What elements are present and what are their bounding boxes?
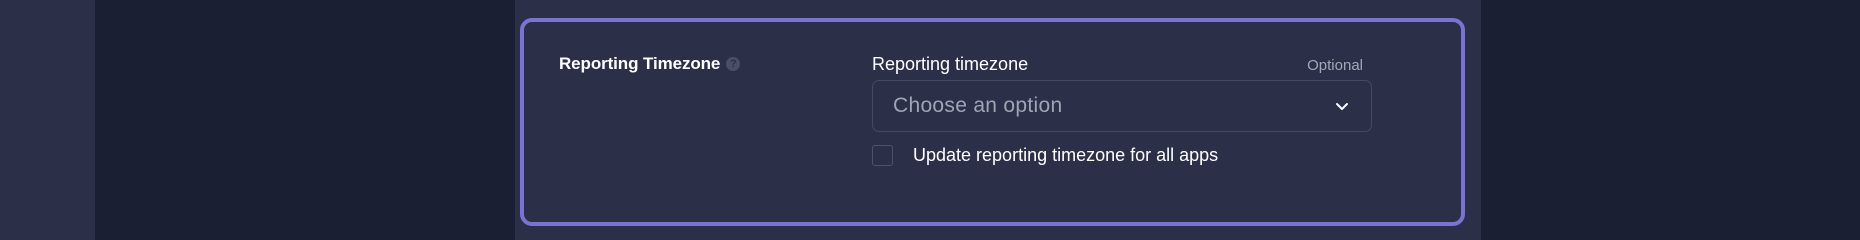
- update-all-apps-label[interactable]: Update reporting timezone for all apps: [913, 145, 1218, 166]
- left-rail: [0, 0, 95, 240]
- help-icon[interactable]: ?: [726, 57, 741, 71]
- update-all-apps-checkbox[interactable]: [872, 145, 893, 166]
- timezone-select[interactable]: Choose an option: [872, 80, 1372, 132]
- chevron-down-icon: [1336, 103, 1348, 110]
- timezone-field-label: Reporting timezone: [872, 54, 1029, 74]
- update-all-apps-row: Update reporting timezone for all apps: [872, 145, 1218, 166]
- timezone-select-placeholder: Choose an option: [893, 94, 1063, 117]
- settings-page: Reporting Timezone ? Reporting timezone …: [0, 0, 1860, 240]
- section-title-text: Reporting Timezone: [559, 54, 721, 73]
- reporting-timezone-card: Reporting Timezone ? Reporting timezone …: [520, 18, 1465, 226]
- optional-label: Optional: [1307, 57, 1363, 74]
- section-title: Reporting Timezone ?: [559, 54, 741, 74]
